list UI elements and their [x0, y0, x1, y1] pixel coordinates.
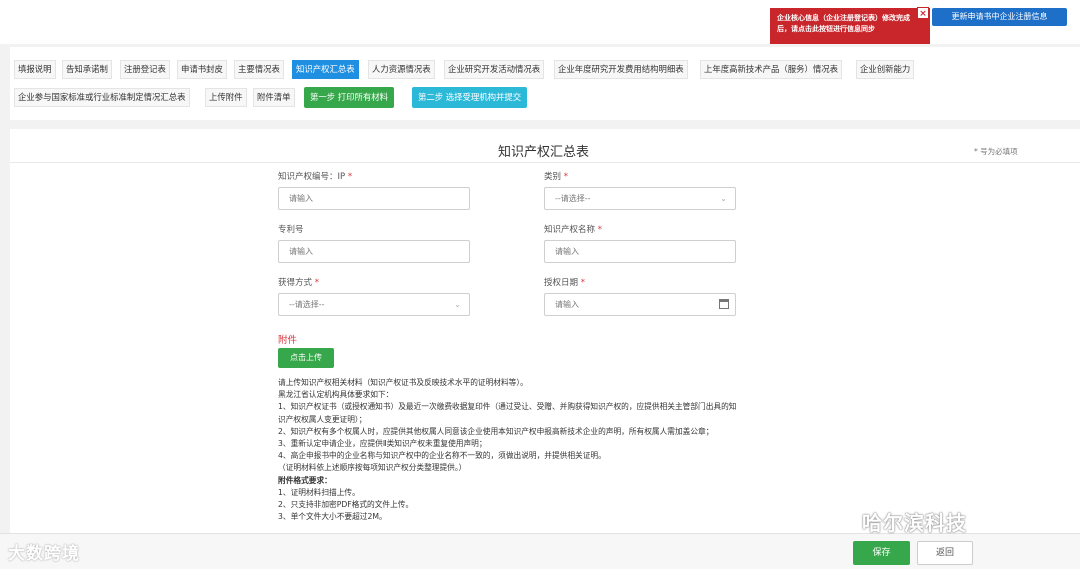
category-select-value: --请选择-- [555, 194, 591, 203]
category-label-text: 类别 [544, 172, 562, 182]
back-button[interactable]: 返回 [917, 541, 973, 565]
acquisition-label-text: 获得方式 [278, 278, 313, 288]
acquisition-label: 获得方式 * [278, 276, 319, 288]
acquisition-select[interactable]: --请选择-- ⌄ [278, 293, 470, 316]
upload-button[interactable]: 点击上传 [278, 348, 334, 368]
format-rule: 2、只支持非加密PDF格式的文件上传。 [278, 500, 414, 510]
attachment-label: 附件 [278, 335, 298, 346]
tab-rd-costs[interactable]: 企业年度研究开发费用结构明细表 [554, 60, 688, 79]
grant-date-label: 授权日期 * [544, 276, 585, 288]
patent-number-label: 专利号 [278, 223, 304, 235]
tab-ip-summary[interactable]: 知识产权汇总表 [292, 60, 359, 79]
watermark-right: 哈尔滨科技 [862, 511, 967, 535]
sync-alert-text: 企业核心信息（企业注册登记表）修改完成后，请点击此按钮进行信息同步 [777, 14, 910, 33]
tab-innovation[interactable]: 企业创新能力 [856, 60, 915, 79]
required-star: * [347, 172, 353, 182]
page-title: 知识产权汇总表 [498, 145, 590, 160]
note-line: 4、高企申报书中的企业名称与知识产权中的企业名称不一致的，须做出说明，并提供相关… [278, 451, 606, 461]
chevron-down-icon: ⌄ [454, 300, 461, 309]
note-line: 识产权权属人变更证明）； [278, 414, 367, 424]
upload-instructions: 请上传知识产权相关材料（知识产权证书及反映技术水平的证明材料等）。 黑龙江省认定… [278, 377, 838, 523]
format-rule: 3、单个文件大小不要超过2M。 [278, 512, 387, 522]
category-select[interactable]: --请选择-- ⌄ [544, 187, 736, 210]
calendar-icon[interactable] [719, 299, 729, 309]
note-line: 黑龙江省认定机构具体要求如下： [278, 390, 394, 400]
note-line: 1、知识产权证书（或授权通知书）及最近一次缴费收据复印件（通过受让、受赠、并购获… [278, 402, 737, 412]
sync-alert: 企业核心信息（企业注册登记表）修改完成后，请点击此按钮进行信息同步 [770, 8, 930, 44]
ip-number-label: 知识产权编号：IP * [278, 170, 352, 182]
required-star: * [597, 225, 602, 235]
ip-number-input[interactable]: 请输入 [278, 187, 470, 210]
chevron-down-icon: ⌄ [720, 194, 727, 203]
tab-commitment[interactable]: 告知承诺制 [62, 60, 112, 79]
tab-hr[interactable]: 人力资源情况表 [368, 60, 435, 79]
required-star: * [314, 278, 319, 288]
grant-date-input[interactable]: 请输入 [544, 293, 736, 316]
grant-date-placeholder: 请输入 [555, 300, 579, 309]
note-line: 2、知识产权有多个权属人时，应提供其他权属人同意该企业使用本知识产权申报高新技术… [278, 426, 714, 436]
watermark-left: 大数跨境 [8, 544, 80, 564]
tab-products[interactable]: 上年度高新技术产品（服务）情况表 [700, 60, 842, 79]
ip-name-input[interactable]: 请输入 [544, 240, 736, 263]
acquisition-select-value: --请选择-- [289, 300, 325, 309]
note-line: 请上传知识产权相关材料（知识产权证书及反映技术水平的证明材料等）。 [278, 378, 528, 387]
format-requirements-title: 附件格式要求： [278, 475, 332, 485]
tab-bar: 填报说明 告知承诺制 注册登记表 申请书封皮 主要情况表 知识产权汇总表 人力资… [10, 47, 1080, 120]
format-rule: 1、证明材料扫描上传。 [278, 487, 360, 497]
close-icon[interactable]: × [917, 7, 929, 19]
tab-attachment-list[interactable]: 附件清单 [253, 88, 295, 107]
ip-name-label: 知识产权名称 * [544, 223, 602, 235]
tab-cover[interactable]: 申请书封皮 [177, 60, 227, 79]
required-note: * 号为必填项 [974, 147, 1018, 156]
save-button[interactable]: 保存 [853, 541, 910, 565]
ip-number-label-text: 知识产权编号：IP [278, 172, 346, 182]
note-line: 3、重新认定申请企业，应提供Ⅱ类知识产权未重复使用声明； [278, 439, 487, 449]
print-all-button[interactable]: 第一步 打印所有材料 [304, 87, 395, 108]
ip-name-label-text: 知识产权名称 [544, 225, 596, 235]
tab-main-info[interactable]: 主要情况表 [234, 60, 284, 79]
tab-upload-attachments[interactable]: 上传附件 [205, 88, 247, 107]
note-line: （证明材料依上述顺序按每项知识产权分类整理提供。） [278, 463, 467, 473]
tab-rd-activities[interactable]: 企业研究开发活动情况表 [444, 60, 545, 79]
form-panel: 知识产权汇总表 * 号为必填项 知识产权编号：IP * 请输入 类别 * --请… [10, 129, 1080, 569]
update-registration-button[interactable]: 更新申请书中企业注册信息 [932, 8, 1067, 26]
required-star: * [580, 278, 585, 288]
tab-standards[interactable]: 企业参与国家标准或行业标准制定情况汇总表 [14, 88, 190, 107]
required-star: * [563, 172, 568, 182]
patent-number-label-text: 专利号 [278, 225, 304, 235]
tab-registration[interactable]: 注册登记表 [120, 60, 170, 79]
tab-instructions[interactable]: 填报说明 [14, 60, 56, 79]
grant-date-label-text: 授权日期 [544, 278, 579, 288]
category-label: 类别 * [544, 170, 568, 182]
form-header: 知识产权汇总表 * 号为必填项 [10, 137, 1080, 163]
submit-button[interactable]: 第二步 选择受理机构并提交 [412, 87, 528, 108]
patent-number-input[interactable]: 请输入 [278, 240, 470, 263]
